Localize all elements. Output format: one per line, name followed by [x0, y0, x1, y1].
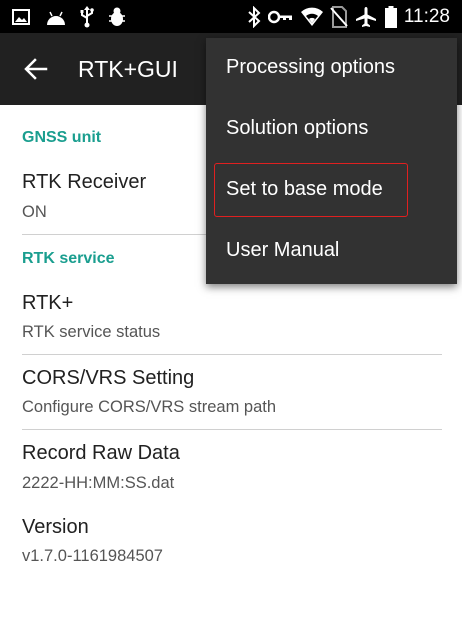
pref-summary: v1.7.0-1161984507 [22, 547, 163, 565]
pref-summary: RTK service status [22, 323, 161, 341]
no-sim-icon [329, 5, 349, 29]
menu-item-set-to-base-mode[interactable]: Set to base mode [206, 160, 457, 221]
menu-item-user-manual[interactable]: User Manual [206, 221, 457, 282]
pref-title: Version [22, 516, 89, 538]
menu-item-solution-options[interactable]: Solution options [206, 99, 457, 160]
back-arrow-icon[interactable] [22, 55, 50, 83]
pref-summary: ON [22, 203, 47, 221]
menu-item-label: Set to base mode [226, 178, 383, 200]
wifi-icon [300, 5, 324, 29]
menu-item-label: Processing options [226, 56, 395, 78]
pref-title: CORS/VRS Setting [22, 367, 195, 389]
bug-icon [106, 5, 128, 29]
status-time: 11:28 [403, 6, 450, 27]
status-bar: 11:28 [0, 0, 462, 33]
menu-item-processing-options[interactable]: Processing options [206, 38, 457, 99]
divider [22, 354, 442, 355]
section-header-gnss: GNSS unit [22, 129, 102, 146]
pref-summary: Configure CORS/VRS stream path [22, 398, 277, 416]
pref-summary: 2222-HH:MM:SS.dat [22, 474, 175, 492]
airplane-icon [355, 5, 377, 29]
section-header-rtk-service: RTK service [22, 250, 115, 267]
pref-title: Record Raw Data [22, 442, 180, 464]
vpn-key-icon [268, 5, 294, 29]
overflow-menu: Processing options Solution options Set … [206, 38, 457, 284]
app-title: RTK+GUI [78, 56, 178, 82]
divider [22, 429, 442, 430]
menu-item-label: Solution options [226, 117, 369, 139]
pref-title: RTK+ [22, 292, 74, 314]
battery-icon [383, 5, 399, 29]
menu-item-label: User Manual [226, 239, 340, 261]
pref-title: RTK Receiver [22, 171, 147, 193]
bluetooth-icon [245, 5, 263, 29]
image-icon [10, 5, 32, 29]
android-icon [43, 5, 69, 29]
usb-icon [76, 5, 98, 29]
